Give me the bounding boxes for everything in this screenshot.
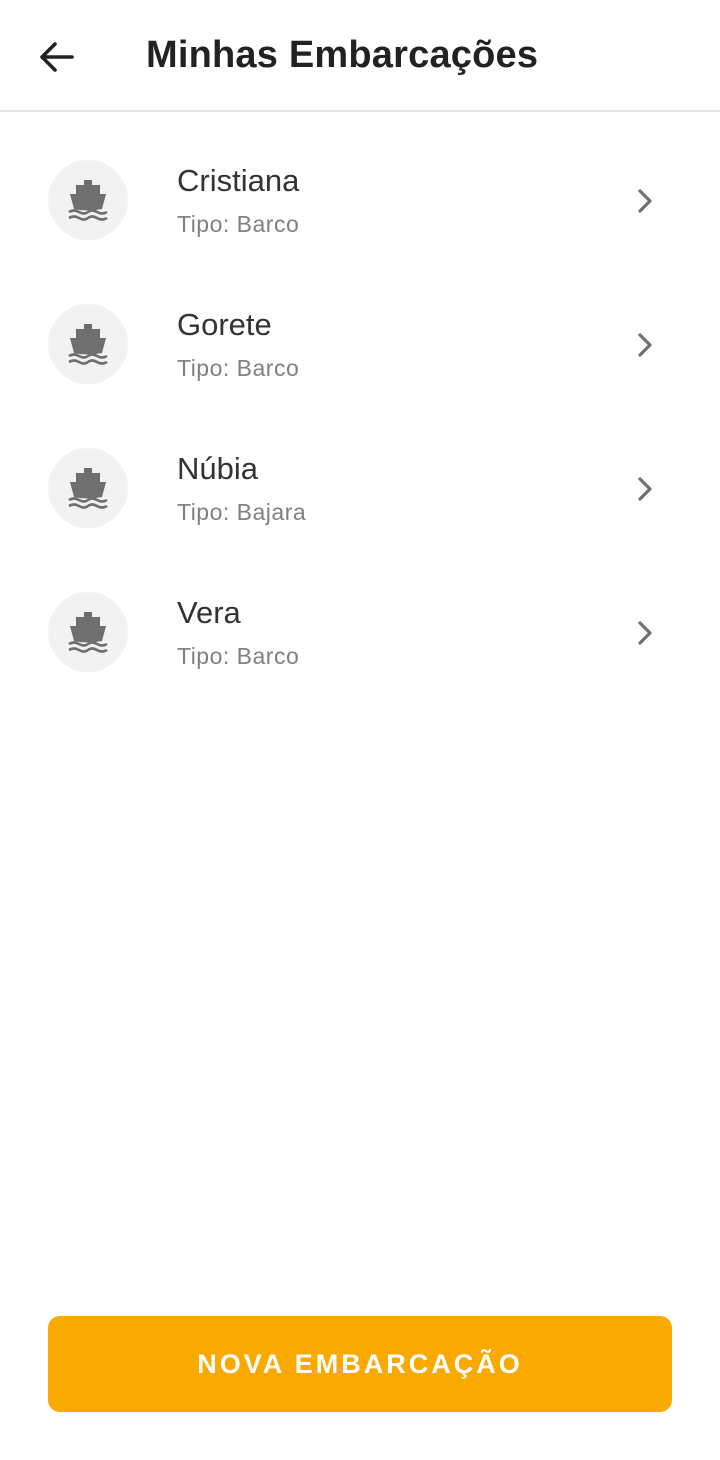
vessel-name: Vera bbox=[177, 595, 241, 630]
vessel-type: Tipo: Bajara bbox=[177, 499, 307, 525]
vessel-item-cristiana[interactable]: Cristiana Tipo: Barco bbox=[0, 128, 720, 272]
vessel-name: Cristiana bbox=[177, 163, 300, 198]
chevron-right-icon bbox=[630, 184, 660, 218]
vessel-avatar bbox=[48, 448, 128, 528]
vessel-item-gorete[interactable]: Gorete Tipo: Barco bbox=[0, 272, 720, 416]
vessel-name: Núbia bbox=[177, 451, 258, 486]
chevron-right-icon bbox=[630, 616, 660, 650]
boat-icon bbox=[68, 324, 108, 365]
vessel-list: Cristiana Tipo: Barco Gorete Tipo: Barco bbox=[0, 128, 720, 704]
app-bar: Minhas Embarcações bbox=[0, 0, 720, 112]
vessel-type: Tipo: Barco bbox=[177, 211, 300, 237]
vessel-item-vera[interactable]: Vera Tipo: Barco bbox=[0, 560, 720, 704]
vessel-avatar bbox=[48, 304, 128, 384]
new-vessel-button[interactable]: NOVA EMBARCAÇÃO bbox=[48, 1316, 672, 1412]
vessel-item-nubia[interactable]: Núbia Tipo: Bajara bbox=[0, 416, 720, 560]
vessel-avatar bbox=[48, 160, 128, 240]
boat-icon bbox=[68, 468, 108, 509]
boat-icon bbox=[68, 180, 108, 221]
back-button[interactable] bbox=[28, 32, 84, 82]
arrow-left-icon bbox=[40, 42, 74, 72]
chevron-right-icon bbox=[630, 472, 660, 506]
vessel-name: Gorete bbox=[177, 307, 272, 342]
vessel-type: Tipo: Barco bbox=[177, 643, 300, 669]
boat-icon bbox=[68, 612, 108, 653]
vessel-avatar bbox=[48, 592, 128, 672]
vessel-type: Tipo: Barco bbox=[177, 355, 300, 381]
page-title: Minhas Embarcações bbox=[146, 34, 539, 76]
chevron-right-icon bbox=[630, 328, 660, 362]
